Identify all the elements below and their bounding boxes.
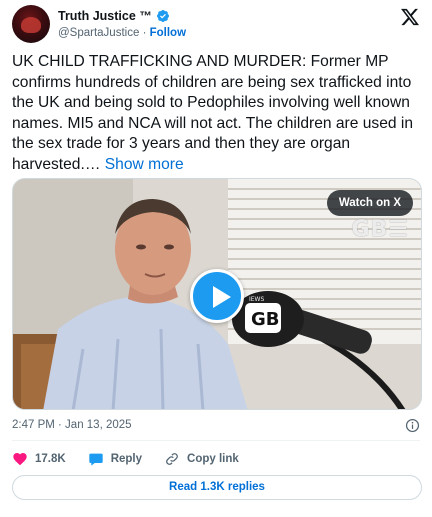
avatar[interactable] [12, 5, 50, 43]
video-thumbnail[interactable]: GB IEWS Watch on X GB☰ [12, 178, 422, 410]
like-button[interactable]: 17.8K [12, 451, 66, 467]
read-replies-button[interactable]: Read 1.3K replies [12, 475, 422, 500]
reply-label: Reply [110, 453, 143, 465]
tweet-text: UK CHILD TRAFFICKING AND MURDER: Former … [12, 52, 424, 176]
like-count: 17.8K [35, 453, 66, 465]
reply-button[interactable]: Reply [88, 451, 142, 467]
info-icon[interactable] [405, 418, 420, 433]
tweet-timestamp[interactable]: 2:47 PM · Jan 13, 2025 [12, 419, 132, 431]
copy-link-label: Copy link [187, 453, 239, 465]
tweet-body: UK CHILD TRAFFICKING AND MURDER: Former … [12, 53, 414, 173]
mic-small-text: IEWS [249, 296, 264, 303]
x-logo-icon[interactable] [400, 7, 420, 27]
play-icon[interactable] [190, 269, 244, 323]
author-handle[interactable]: @SpartaJustice [58, 27, 139, 39]
mic-logo-text: GB [251, 309, 280, 330]
show-more-link[interactable]: Show more [105, 156, 184, 173]
author-name-row: Truth Justice ™ [58, 9, 170, 23]
separator-dot: · [142, 27, 147, 39]
link-icon [166, 453, 178, 465]
channel-watermark: GB☰ [351, 217, 409, 242]
divider [12, 440, 420, 441]
reply-bubble-icon [89, 453, 103, 466]
action-bar: 17.8K Reply Copy link [12, 450, 261, 468]
copy-link-button[interactable]: Copy link [164, 451, 239, 467]
tweet-embed-card: Truth Justice ™ @SpartaJustice · Follow … [0, 0, 432, 517]
handle-row: @SpartaJustice · Follow [58, 27, 186, 39]
watch-on-x-button[interactable]: Watch on X [326, 190, 413, 216]
author-name[interactable]: Truth Justice ™ [58, 9, 152, 23]
follow-link[interactable]: Follow [150, 27, 186, 39]
verified-badge-icon [156, 10, 169, 22]
heart-icon [13, 453, 27, 466]
